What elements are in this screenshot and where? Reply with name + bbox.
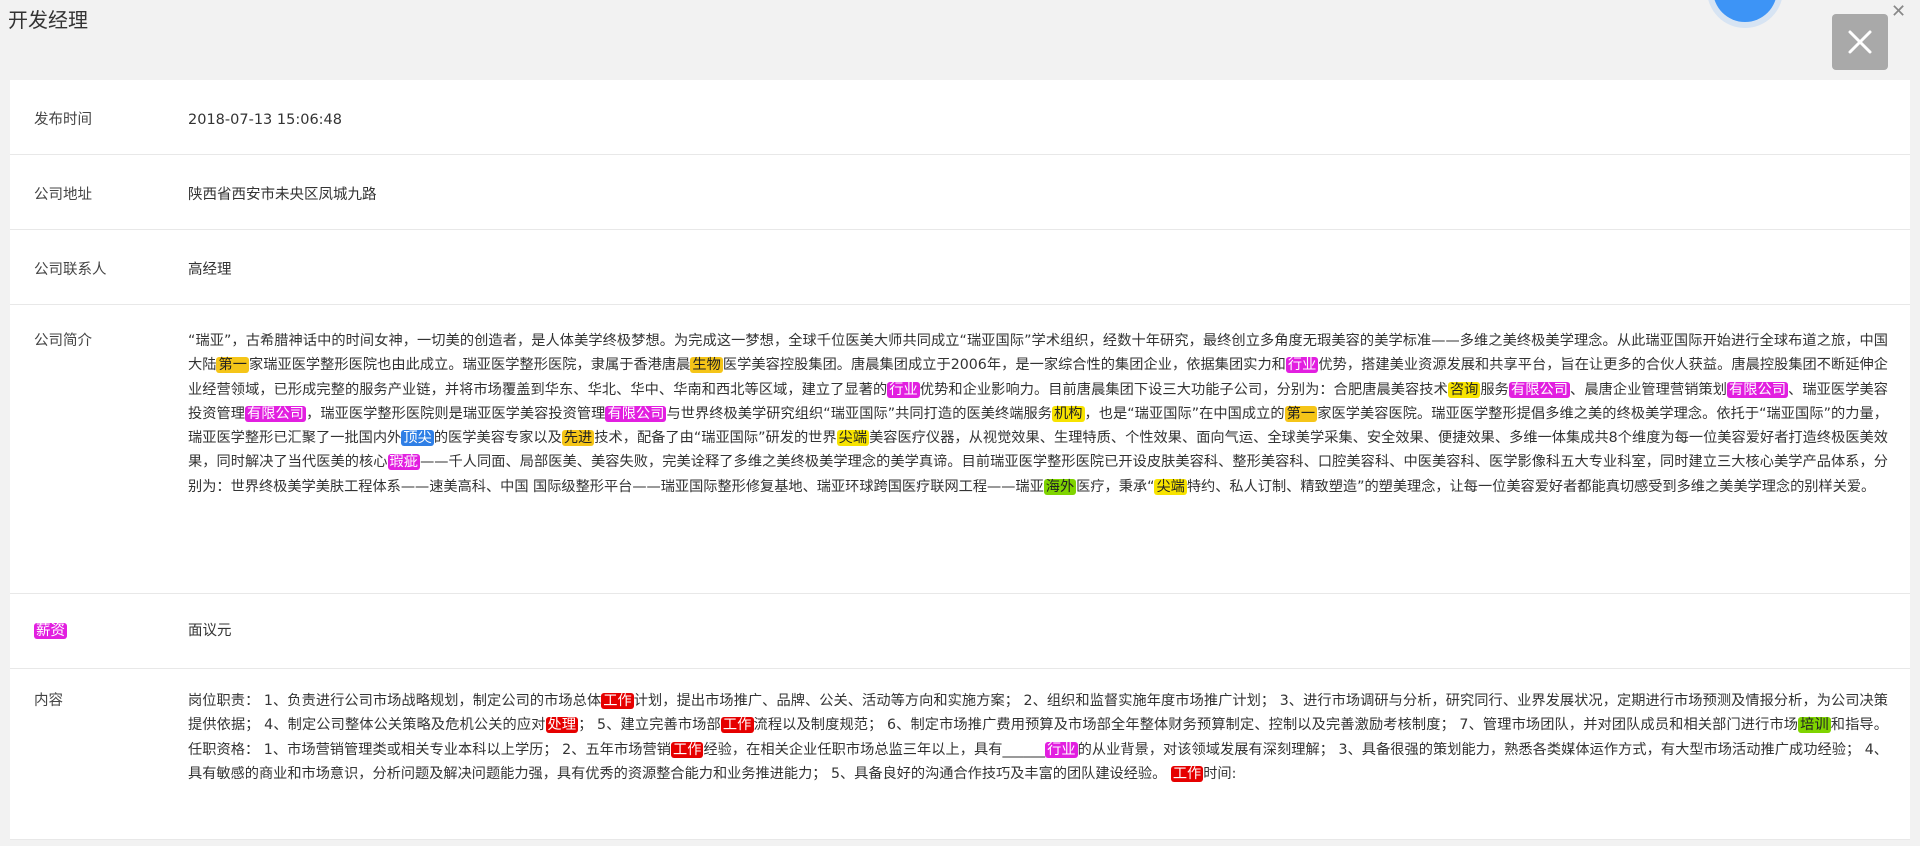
row-content: 内容 岗位职责： 1、负责进行公司市场战略规划，制定公司的市场总体 工作 计划，提出… bbox=[10, 669, 1910, 840]
row-address: 公司地址 陕西省西安市未央区凤城九路 bbox=[10, 155, 1910, 230]
keyword-highlight: 处理 bbox=[545, 717, 579, 734]
contact-value: 高经理 bbox=[188, 262, 232, 278]
keyword-highlight: 第一 bbox=[216, 357, 249, 374]
keyword-highlight: 咨询 bbox=[1447, 381, 1481, 398]
field-label: 发布时间 bbox=[34, 112, 92, 128]
text-segment: 与世界终极美学研究组织“瑞亚国际”共同打造的医美终端服务 bbox=[666, 405, 1052, 422]
keyword-highlight: 培训 bbox=[1798, 717, 1831, 734]
publish-time-value: 2018-07-13 15:06:48 bbox=[188, 112, 342, 128]
text-segment: ； 5、建立完善市场部 bbox=[578, 717, 721, 734]
text-segment: 、晨唐企业管理营销策划 bbox=[1570, 381, 1728, 398]
detail-list: 发布时间 2018-07-13 15:06:48 公司地址 陕西省西安市未央区凤… bbox=[10, 80, 1910, 840]
text-segment: 优势和企业影响力。目前唐晨集团下设三大功能子公司，分别为：合肥唐晨美容技术 bbox=[919, 381, 1448, 398]
field-label: 公司简介 bbox=[34, 333, 92, 349]
keyword-highlight: 工作 bbox=[670, 741, 704, 758]
keyword-highlight: 有限公司 bbox=[1727, 381, 1789, 398]
address-value: 陕西省西安市未央区凤城九路 bbox=[188, 187, 377, 203]
keyword-highlight: 先进 bbox=[561, 430, 595, 447]
salary-label-highlight: 薪资 bbox=[34, 623, 67, 639]
text-segment: 家瑞亚医学整形医院也由此成立。瑞亚医学整形医院，隶属于香港唐晨 bbox=[248, 357, 691, 374]
text-segment: 经验，在相关企业任职市场总监三年以上，具有______ bbox=[703, 741, 1046, 758]
text-segment: 流程以及制度规范； 6、制定市场推广费用预算及市场部全年整体财务预算制定、控制以… bbox=[753, 717, 1799, 734]
keyword-highlight: 第一 bbox=[1284, 405, 1318, 422]
keyword-highlight: 工作 bbox=[601, 693, 634, 709]
keyword-highlight: 有限公司 bbox=[605, 405, 667, 422]
job-content-text: 岗位职责： 1、负责进行公司市场战略规划，制定公司的市场总体 工作 计划，提出市场推… bbox=[188, 689, 1888, 786]
row-publish-time: 发布时间 2018-07-13 15:06:48 bbox=[10, 80, 1910, 155]
keyword-highlight: 顶尖 bbox=[401, 430, 434, 447]
keyword-highlight: 机构 bbox=[1051, 405, 1085, 422]
job-detail-modal: 开发经理 ✕ 发布时间 2018-07-13 15:06:48 公司地址 陕西省… bbox=[0, 0, 1920, 846]
text-segment: ，瑞亚医学整形医院则是瑞亚医学美容投资管理 bbox=[306, 405, 606, 422]
text-segment: 技术，配备了由“瑞亚国际”研发的世界 bbox=[594, 430, 837, 447]
close-button[interactable] bbox=[1832, 14, 1888, 70]
text-segment: 岗位职责： 1、负责进行公司市场战略规划，制定公司的市场总体 bbox=[188, 693, 602, 709]
floating-action-button[interactable] bbox=[1713, 0, 1777, 22]
text-segment: 医学美容控股集团。唐晨集团成立于2006年，是一家综合性的集团企业，依据集团实力… bbox=[722, 357, 1286, 374]
keyword-highlight: 有限公司 bbox=[1508, 381, 1571, 398]
keyword-highlight: 尖端 bbox=[1154, 478, 1187, 495]
company-intro-text: “瑞亚”，古希腊神话中的时间女神，一切美的创造者，是人体美学终极梦想。为完成这一… bbox=[188, 329, 1888, 499]
text-segment: ，也是“瑞亚国际”在中国成立的 bbox=[1084, 405, 1285, 422]
keyword-highlight: 生物 bbox=[690, 357, 723, 374]
text-segment: 服务 bbox=[1480, 381, 1509, 398]
row-intro: 公司简介 “瑞亚”，古希腊神话中的时间女神，一切美的创造者，是人体美学终极梦想。… bbox=[10, 305, 1910, 594]
text-segment: 时间: bbox=[1203, 765, 1237, 782]
text-segment: 特约、私人订制、精致塑造”的塑美理念，让每一位美容爱好者都能真切感受到多维之美美… bbox=[1186, 478, 1876, 495]
modal-title: 开发经理 bbox=[8, 8, 88, 32]
keyword-highlight: 海外 bbox=[1043, 478, 1077, 495]
keyword-highlight: 尖端 bbox=[836, 430, 870, 447]
row-salary: 薪资 面议元 bbox=[10, 594, 1910, 669]
keyword-highlight: 工作 bbox=[1170, 765, 1204, 782]
close-icon bbox=[1848, 30, 1872, 54]
salary-value: 面议元 bbox=[188, 623, 232, 639]
keyword-highlight: 瑕疵 bbox=[387, 454, 421, 471]
keyword-highlight: 行业 bbox=[887, 381, 920, 398]
keyword-highlight: 行业 bbox=[1285, 357, 1319, 374]
keyword-highlight: 行业 bbox=[1045, 741, 1078, 758]
keyword-highlight: 工作 bbox=[720, 717, 754, 734]
text-segment: 的医学美容专家以及 bbox=[433, 430, 562, 447]
field-label: 内容 bbox=[34, 693, 63, 709]
text-segment: 医疗，秉承“ bbox=[1076, 478, 1155, 495]
corner-close-icon[interactable]: ✕ bbox=[1891, 2, 1906, 22]
field-label: 公司联系人 bbox=[34, 262, 107, 278]
field-label: 公司地址 bbox=[34, 187, 92, 203]
row-contact: 公司联系人 高经理 bbox=[10, 230, 1910, 305]
field-label: 薪资 bbox=[34, 619, 67, 643]
keyword-highlight: 有限公司 bbox=[245, 405, 307, 422]
